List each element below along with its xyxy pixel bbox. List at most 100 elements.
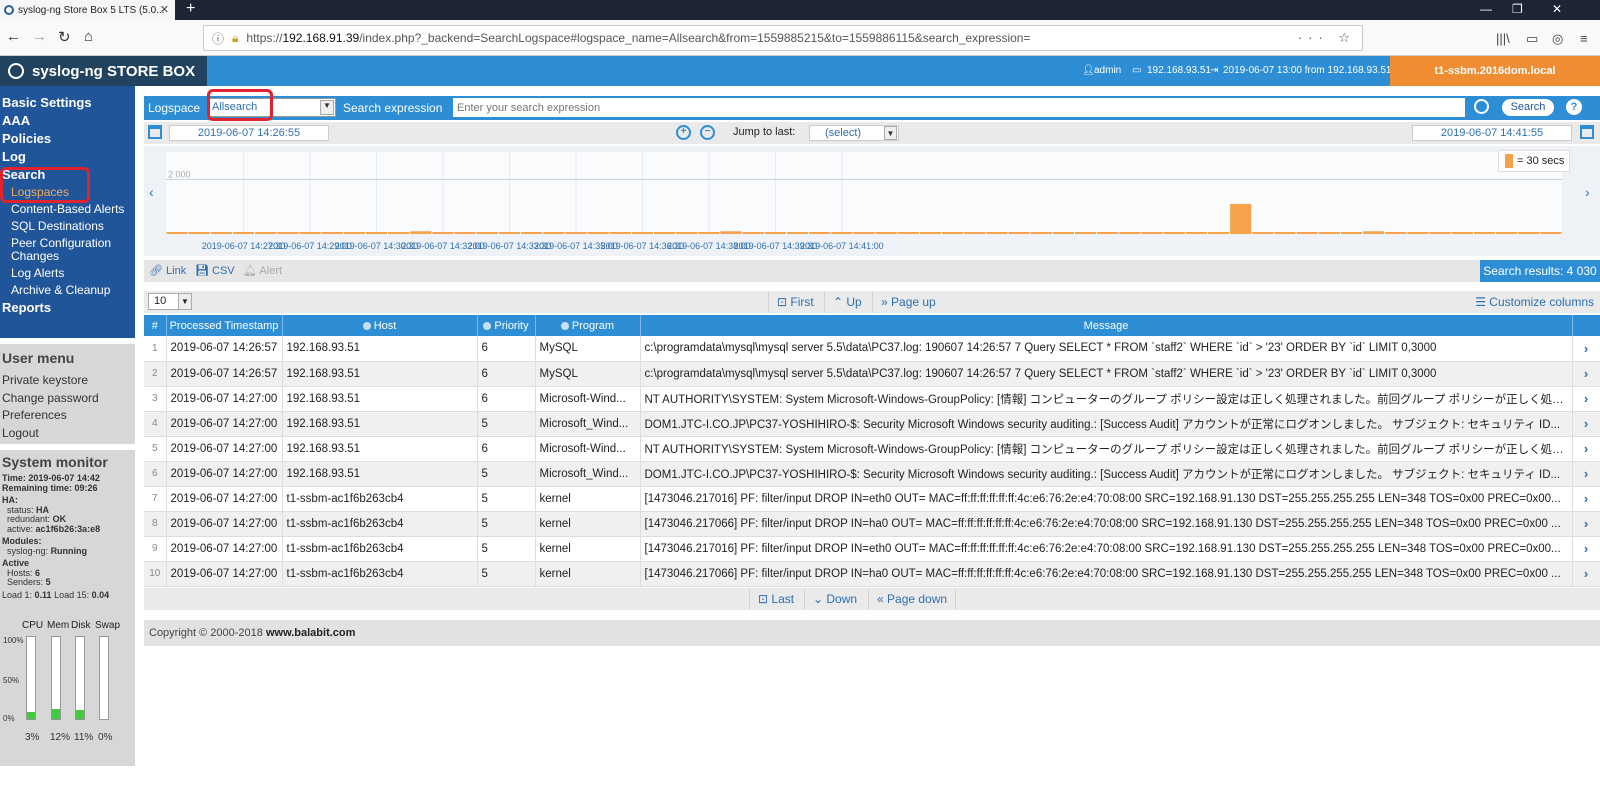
- histogram-bar[interactable]: [1296, 232, 1318, 234]
- calendar-from-icon[interactable]: [148, 125, 162, 139]
- histogram-bar[interactable]: [543, 232, 565, 234]
- histogram-bar[interactable]: [720, 231, 742, 234]
- table-row[interactable]: 10 2019-06-07 14:27:00 t1-ssbm-ac1f6b263cb…: [144, 561, 1600, 587]
- histogram-bar[interactable]: [875, 232, 897, 234]
- histogram-bar[interactable]: [809, 232, 831, 234]
- sidebar-item-reports[interactable]: Reports: [0, 299, 135, 317]
- row-details-chevron-icon[interactable]: ›: [1572, 461, 1600, 487]
- histogram-bar[interactable]: [1407, 232, 1429, 234]
- col-header-num[interactable]: #: [144, 315, 167, 336]
- table-row[interactable]: 6 2019-06-07 14:27:00 192.168.93.51 5 Micros…: [144, 461, 1600, 487]
- row-details-chevron-icon[interactable]: ›: [1572, 536, 1600, 562]
- histogram-bar[interactable]: [1207, 232, 1230, 234]
- histogram-bar[interactable]: [897, 232, 919, 234]
- url-bar[interactable]: ⓘ 🔒︎ https://192.168.91.39/index.php?_ba…: [203, 25, 1363, 51]
- insecure-lock-icon[interactable]: 🔒︎: [232, 31, 238, 46]
- customize-columns-button[interactable]: ☰ Customize columns: [1475, 295, 1594, 309]
- histogram-bar[interactable]: [1318, 232, 1340, 234]
- table-row[interactable]: 5 2019-06-07 14:27:00 192.168.93.51 6 Micros…: [144, 436, 1600, 462]
- histogram-bar[interactable]: [1385, 232, 1407, 234]
- date-to[interactable]: 2019-06-07 14:41:55: [1412, 125, 1572, 141]
- histogram-bar[interactable]: [388, 232, 410, 234]
- sidebar-item-log[interactable]: Log: [0, 148, 135, 166]
- sidebar-toggle-icon[interactable]: ▭: [1526, 31, 1538, 47]
- table-row[interactable]: 9 2019-06-07 14:27:00 t1-ssbm-ac1f6b263cb4…: [144, 536, 1600, 562]
- histogram-bar[interactable]: [698, 232, 720, 234]
- histogram-bar[interactable]: [1030, 232, 1052, 234]
- last-button[interactable]: ⊡ Last: [749, 588, 802, 610]
- page-down-button[interactable]: « Page down: [868, 588, 957, 610]
- library-icon[interactable]: |||\: [1496, 31, 1510, 46]
- row-details-chevron-icon[interactable]: ›: [1572, 411, 1600, 437]
- histogram-bar[interactable]: [188, 232, 210, 234]
- histogram-bar[interactable]: [1340, 232, 1363, 234]
- histogram-bar[interactable]: [166, 232, 188, 234]
- histogram-bar[interactable]: [631, 232, 653, 234]
- histogram-bar[interactable]: [1252, 232, 1274, 234]
- histogram-bar[interactable]: [1141, 232, 1163, 234]
- table-row[interactable]: 8 2019-06-07 14:27:00 t1-ssbm-ac1f6b263cb4…: [144, 511, 1600, 537]
- histogram-bar[interactable]: [277, 232, 299, 234]
- sidebar-item-content-based-alerts[interactable]: Content-Based Alerts: [0, 201, 135, 218]
- row-details-chevron-icon[interactable]: ›: [1572, 561, 1600, 587]
- table-row[interactable]: 2 2019-06-07 14:26:57 192.168.93.51 6 MySQL c…: [144, 361, 1600, 387]
- clear-search-icon[interactable]: [1474, 99, 1489, 114]
- histogram-bar[interactable]: [232, 232, 255, 234]
- sidebar-item-aaa[interactable]: AAA: [0, 112, 135, 130]
- histogram-bar[interactable]: [299, 232, 321, 234]
- histogram-bar[interactable]: [343, 232, 365, 234]
- histogram-bar[interactable]: [1518, 232, 1540, 234]
- histogram-bar[interactable]: [498, 232, 521, 234]
- search-expression-input[interactable]: [453, 98, 1465, 117]
- zoom-out-icon[interactable]: −: [700, 125, 715, 140]
- close-window-icon[interactable]: ✕: [1552, 2, 1562, 16]
- histogram-bar[interactable]: [1008, 232, 1030, 234]
- row-details-chevron-icon[interactable]: ›: [1572, 486, 1600, 512]
- close-tab-icon[interactable]: ✕: [160, 3, 169, 16]
- table-row[interactable]: 3 2019-06-07 14:27:00 192.168.93.51 6 Micros…: [144, 386, 1600, 412]
- table-row[interactable]: 1 2019-06-07 14:26:57 192.168.93.51 6 MySQL c…: [144, 336, 1600, 362]
- histogram-bar[interactable]: [454, 232, 476, 234]
- row-details-chevron-icon[interactable]: ›: [1572, 361, 1600, 387]
- histogram-bar[interactable]: [365, 232, 388, 234]
- user-menu-preferences[interactable]: Preferences: [2, 407, 133, 425]
- histogram-bar[interactable]: [1496, 232, 1518, 234]
- row-details-chevron-icon[interactable]: ›: [1572, 386, 1600, 412]
- histogram-bar[interactable]: [565, 232, 587, 234]
- col-header-timestamp[interactable]: Processed Timestamp: [166, 315, 283, 336]
- sidebar-item-archive-cleanup[interactable]: Archive & Cleanup: [0, 282, 135, 299]
- user-menu-private-keystore[interactable]: Private keystore: [2, 372, 133, 390]
- histogram-bar[interactable]: [676, 232, 698, 234]
- table-row[interactable]: 7 2019-06-07 14:27:00 t1-ssbm-ac1f6b263cb4…: [144, 486, 1600, 512]
- first-button[interactable]: ⊡ First: [768, 291, 822, 313]
- alert-button[interactable]: 🔔︎ Alert: [243, 264, 282, 277]
- row-details-chevron-icon[interactable]: ›: [1572, 336, 1600, 362]
- histogram-bar[interactable]: [1363, 231, 1385, 234]
- jump-to-last-select[interactable]: (select) ▼: [809, 125, 899, 141]
- page-size-select[interactable]: 10 ▼: [148, 293, 192, 310]
- sidebar-item-peer-configuration-changes[interactable]: Peer Configuration Changes: [0, 235, 135, 265]
- col-header-program[interactable]: Program: [535, 315, 641, 336]
- browser-tab[interactable]: syslog-ng Store Box 5 LTS (5.0... ✕: [0, 0, 175, 20]
- date-from[interactable]: 2019-06-07 14:26:55: [169, 125, 329, 141]
- histogram-bar[interactable]: [942, 232, 964, 234]
- calendar-to-icon[interactable]: [1580, 125, 1594, 139]
- col-header-priority[interactable]: Priority: [477, 315, 536, 336]
- histogram-bar[interactable]: [1540, 232, 1562, 234]
- chevron-left-icon[interactable]: ‹: [149, 184, 154, 200]
- histogram-bar[interactable]: [410, 231, 432, 234]
- histogram-bar[interactable]: [1230, 203, 1252, 234]
- histogram-bar[interactable]: [587, 232, 609, 234]
- histogram-bar[interactable]: [255, 232, 277, 234]
- link-button[interactable]: 🔗︎ Link: [149, 264, 186, 277]
- sidebar-item-basic-settings[interactable]: Basic Settings: [0, 94, 135, 112]
- row-details-chevron-icon[interactable]: ›: [1572, 436, 1600, 462]
- histogram-bar[interactable]: [786, 232, 809, 234]
- user-menu-logout[interactable]: Logout: [2, 425, 133, 443]
- histogram-bar[interactable]: [521, 232, 543, 234]
- histogram-bar[interactable]: [742, 232, 764, 234]
- histogram-bar[interactable]: [1163, 232, 1185, 234]
- footer-link[interactable]: www.balabit.com: [266, 627, 355, 639]
- menu-icon[interactable]: ≡: [1580, 31, 1588, 46]
- histogram-bar[interactable]: [831, 232, 853, 234]
